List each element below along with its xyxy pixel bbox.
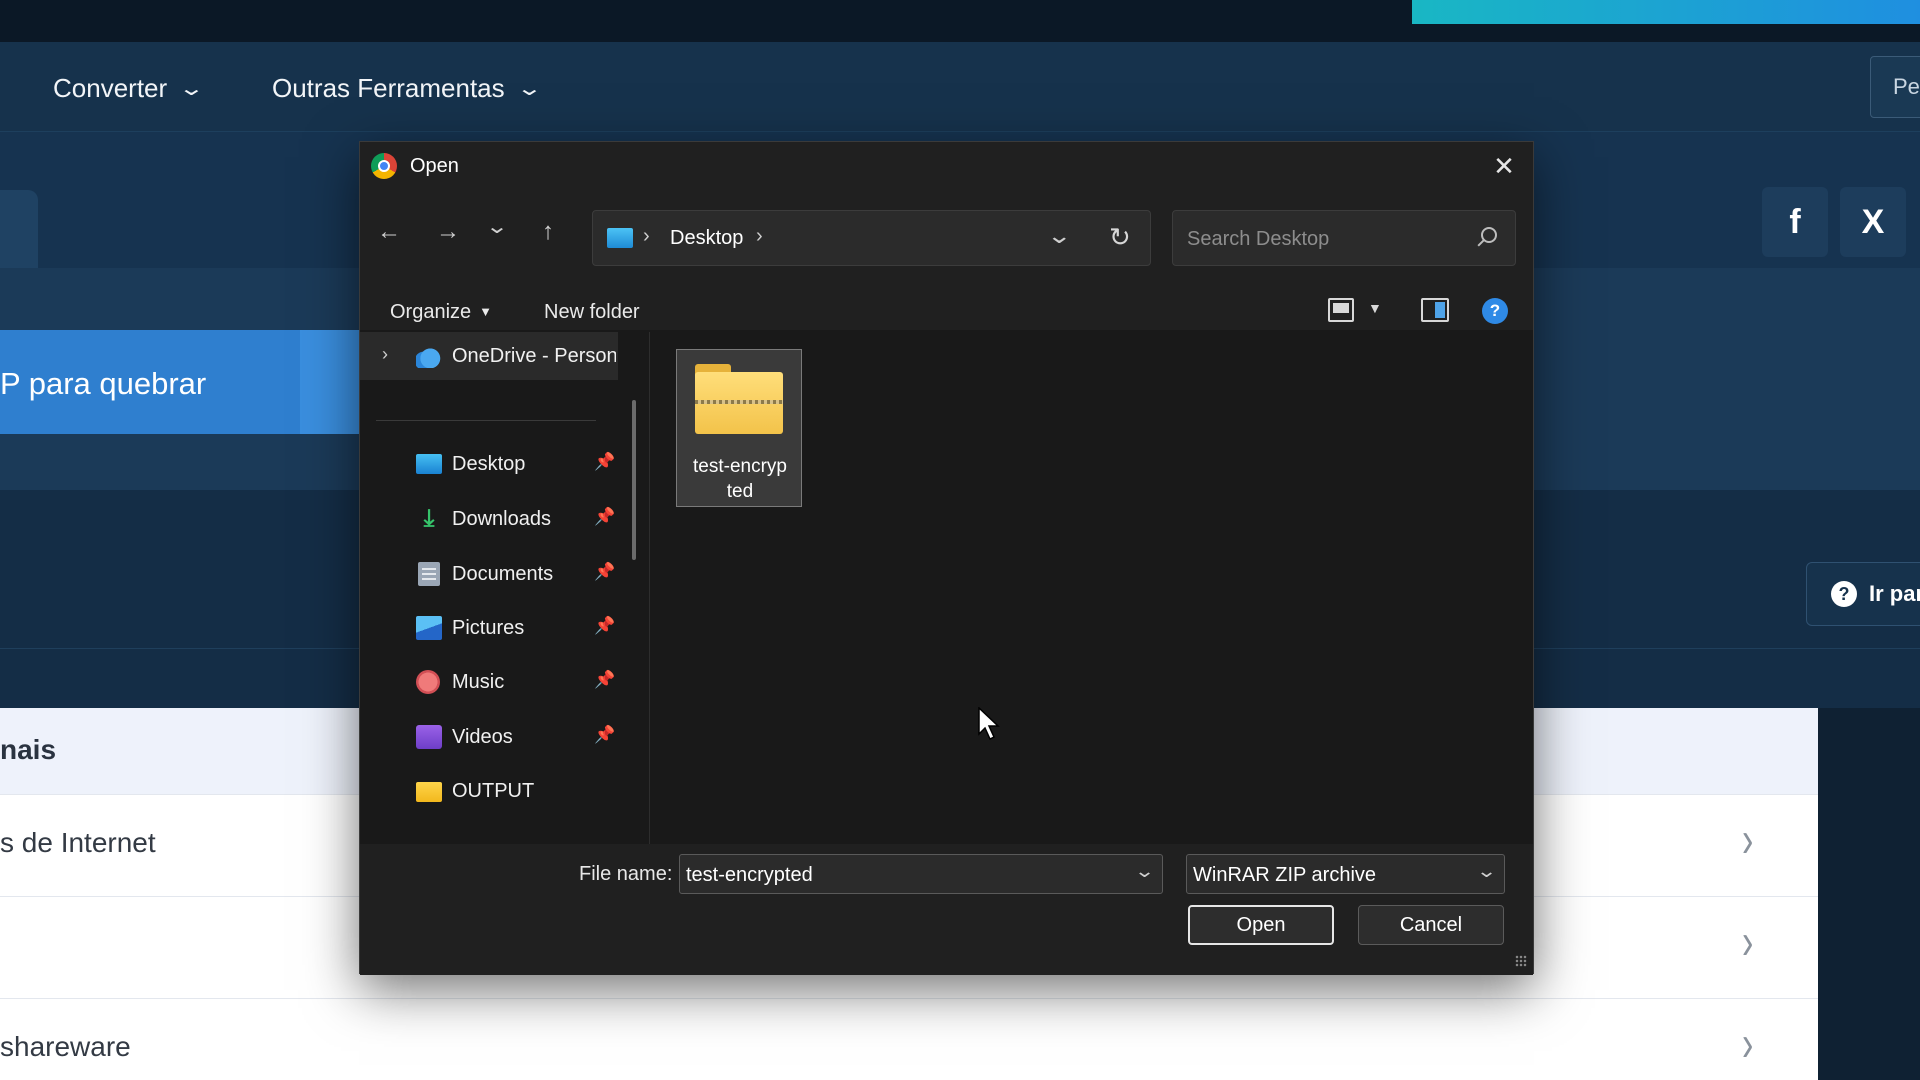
refresh-icon[interactable]: ↻: [1109, 222, 1131, 253]
file-name-label: test-encryp ted: [693, 456, 787, 502]
navigation-pane: › OneDrive - Personal Desktop 📌 ⤓ Downlo…: [360, 332, 650, 844]
up-arrow-icon[interactable]: ↑: [530, 218, 566, 246]
pictures-icon: [416, 616, 442, 640]
chevron-right-icon: ›: [1742, 811, 1754, 869]
sidebar-item-label: Desktop: [452, 453, 526, 475]
chevron-down-icon: ▼: [479, 304, 493, 319]
view-options-icon[interactable]: [1328, 298, 1354, 322]
sidebar-item-label: OneDrive - Personal: [452, 345, 616, 367]
sidebar-item-label: Documents: [452, 563, 554, 585]
pin-icon: 📌: [594, 670, 616, 689]
resize-grip[interactable]: [1515, 955, 1527, 967]
dialog-title: Open: [410, 155, 459, 177]
chevron-down-icon: ⌄: [178, 78, 205, 100]
sidebar-item-music[interactable]: Music 📌: [360, 658, 650, 706]
sidebar-item-documents[interactable]: Documents 📌: [360, 550, 650, 598]
sidebar-item-label: Downloads: [452, 508, 551, 530]
question-icon: ?: [1831, 581, 1857, 607]
open-button[interactable]: Open: [1188, 905, 1334, 945]
help-icon[interactable]: ?: [1482, 298, 1508, 324]
site-tab[interactable]: [0, 190, 38, 270]
documents-icon: [418, 562, 440, 586]
divider: [376, 420, 596, 421]
sidebar-item-output[interactable]: OUTPUT: [360, 767, 650, 815]
pin-icon: 📌: [594, 507, 616, 526]
folder-icon: [416, 782, 442, 802]
file-item[interactable]: test-encryp ted: [676, 349, 802, 507]
desktop-icon: [607, 228, 633, 248]
pin-icon: 📌: [594, 725, 616, 744]
help-button[interactable]: ? Ir par: [1806, 562, 1920, 626]
search-box[interactable]: [1172, 210, 1516, 266]
nav-outras-label: Outras Ferramentas: [272, 73, 505, 103]
forward-arrow-icon[interactable]: →: [430, 218, 466, 246]
file-name-value: test-encrypted: [686, 864, 813, 886]
chevron-right-icon: ›: [1742, 1015, 1754, 1073]
hero-action-button[interactable]: P para quebrar: [0, 330, 300, 434]
list-item[interactable]: shareware ›: [0, 998, 1818, 1080]
sidebar-item-videos[interactable]: Videos 📌: [360, 713, 650, 761]
nav-converter-label: Converter: [53, 73, 168, 103]
recent-locations-icon[interactable]: ⌄: [472, 214, 522, 239]
dialog-titlebar: Open ✕: [360, 142, 1533, 190]
search-icon[interactable]: [1481, 227, 1497, 243]
close-icon[interactable]: ✕: [1487, 149, 1521, 183]
site-top-gradient-bar: [1412, 0, 1920, 24]
chevron-down-icon: ⌄: [515, 78, 543, 100]
nav-outras-ferramentas[interactable]: Outras Ferramentas ⌄: [272, 73, 542, 104]
chevron-right-icon[interactable]: ›: [382, 344, 388, 365]
zip-zipper: [695, 400, 783, 404]
facebook-icon[interactable]: f: [1762, 187, 1828, 257]
dropbox-button[interactable]: [300, 330, 360, 434]
sidebar-item-label: Pictures: [452, 617, 525, 639]
help-button-label: Ir par: [1869, 581, 1920, 606]
file-type-select[interactable]: WinRAR ZIP archive ⌄: [1186, 854, 1505, 894]
music-icon: [416, 670, 440, 694]
sidebar-item-desktop[interactable]: Desktop 📌: [360, 440, 650, 488]
sidebar-item-label: OUTPUT: [452, 780, 535, 802]
file-list[interactable]: test-encryp ted: [651, 332, 1533, 844]
nav-converter[interactable]: Converter ⌄: [53, 73, 205, 104]
file-name-label: File name:: [579, 863, 673, 885]
sidebar-item-downloads[interactable]: ⤓ Downloads 📌: [360, 495, 650, 543]
file-name-field[interactable]: test-encrypted ⌄: [679, 854, 1163, 894]
chrome-icon: [371, 153, 397, 179]
address-bar[interactable]: › Desktop › ⌄ ↻: [592, 210, 1151, 266]
search-input[interactable]: [1187, 225, 1457, 253]
zip-folder-icon: [695, 364, 783, 434]
sidebar-item-pictures[interactable]: Pictures 📌: [360, 604, 650, 652]
sidebar-item-label: Music: [452, 671, 505, 693]
pin-icon: 📌: [594, 452, 616, 471]
organize-label: Organize: [390, 301, 472, 323]
onedrive-cloud-icon: [416, 344, 442, 368]
pin-icon: 📌: [594, 562, 616, 581]
preview-pane-icon[interactable]: [1421, 298, 1449, 322]
chevron-down-icon[interactable]: ▼: [1368, 300, 1382, 316]
new-folder-button[interactable]: New folder: [544, 301, 640, 324]
x-icon[interactable]: X: [1840, 187, 1906, 257]
sidebar-item-onedrive[interactable]: › OneDrive - Personal: [360, 332, 618, 380]
chevron-right-icon: ›: [1742, 913, 1754, 971]
organize-button[interactable]: Organize ▼: [390, 301, 492, 324]
videos-icon: [416, 725, 442, 749]
breadcrumb-separator: ›: [756, 225, 763, 247]
nav-right-button[interactable]: Pe: [1870, 56, 1920, 118]
back-arrow-icon[interactable]: ←: [371, 218, 407, 246]
breadcrumb[interactable]: Desktop: [670, 227, 743, 250]
cancel-button[interactable]: Cancel: [1358, 905, 1504, 945]
chevron-down-icon[interactable]: ⌄: [1134, 861, 1155, 882]
open-file-dialog: Open ✕ ← → ⌄ ↑ › Desktop › ⌄ ↻ Organize ▼…: [359, 141, 1534, 975]
list-item-label: s de Internet: [0, 827, 156, 858]
download-icon: ⤓: [423, 505, 435, 532]
chevron-down-icon[interactable]: ⌄: [1476, 861, 1497, 882]
breadcrumb-separator: ›: [643, 225, 650, 247]
list-item-label: shareware: [0, 1031, 131, 1062]
sidebar-item-label: Videos: [452, 726, 513, 748]
chevron-down-icon[interactable]: ⌄: [1046, 223, 1072, 249]
file-type-value: WinRAR ZIP archive: [1193, 864, 1377, 886]
pin-icon: 📌: [594, 616, 616, 635]
desktop-icon: [416, 454, 442, 474]
card-title: nais: [0, 734, 57, 765]
